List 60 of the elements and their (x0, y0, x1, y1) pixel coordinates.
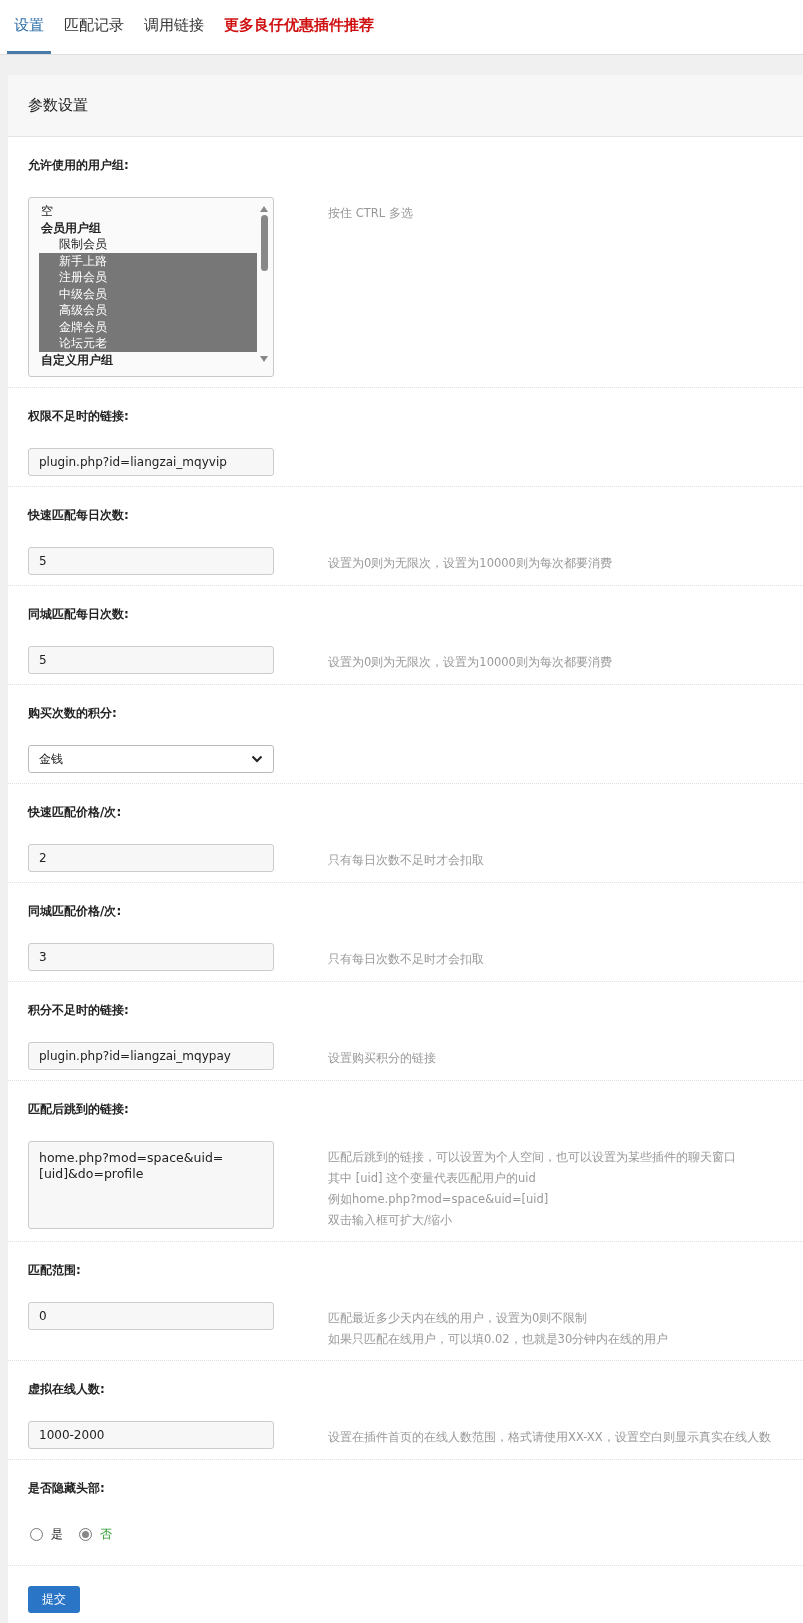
hint-text: 设置为0则为无限次，设置为10000则为每次都要消费 (328, 555, 612, 572)
field-label: 允许使用的用户组: (28, 157, 130, 174)
radio-option[interactable]: 是 (30, 1526, 63, 1543)
radio-button[interactable] (79, 1528, 92, 1541)
list-option[interactable]: 新手上路 (39, 252, 257, 269)
hint-text: 按住 CTRL 多选 (328, 205, 413, 222)
hint-text: 匹配最近多少天内在线的用户，设置为0则不限制 (328, 1310, 589, 1327)
list-option[interactable]: 会员用户组 (39, 219, 257, 236)
field-label: 同城匹配每日次数: (28, 606, 130, 623)
field-label: 快速匹配价格/次: (28, 804, 123, 821)
field-label: 匹配范围: (28, 1262, 82, 1279)
chevron-down-icon (251, 755, 263, 763)
promo-link[interactable]: 更多良仔优惠插件推荐 (217, 0, 381, 54)
hint-text: 例如home.php?mod=space&uid=[uid] (328, 1191, 550, 1208)
field-label: 是否隐藏头部: (28, 1480, 106, 1497)
field-label: 积分不足时的链接: (28, 1002, 130, 1019)
scroll-up-arrow-icon[interactable] (259, 205, 269, 213)
tab[interactable]: 匹配记录 (57, 0, 131, 54)
text-field[interactable]: 3 (28, 943, 274, 971)
radio-button[interactable] (30, 1528, 43, 1541)
hint-text: 如果只匹配在线用户，可以填0.02，也就是30分钟内在线的用户 (328, 1331, 669, 1348)
list-option[interactable]: 高级会员 (39, 302, 257, 319)
list-option[interactable]: 注册会员 (39, 269, 257, 286)
list-option[interactable]: 空 (39, 203, 257, 220)
user-group-listbox[interactable]: 空 会员用户组 限制会员 新手上路 注册会员 中级会员 高级会员 金牌会员 论坛元老 自定义用户组 (28, 197, 274, 377)
text-field[interactable]: 5 (28, 547, 274, 575)
list-option[interactable]: 限制会员 (39, 236, 257, 253)
field-label: 虚拟在线人数: (28, 1381, 106, 1398)
field-label: 匹配后跳到的链接: (28, 1101, 130, 1118)
hint-text: 其中 [uid] 这个变量代表匹配用户的uid (328, 1170, 537, 1187)
hint-text: 设置购买积分的链接 (328, 1050, 436, 1067)
hint-text: 只有每日次数不足时才会扣取 (328, 951, 484, 968)
field-label: 同城匹配价格/次: (28, 903, 123, 920)
hint-text: 匹配后跳到的链接，可以设置为个人空间，也可以设置为某些插件的聊天窗口 (328, 1149, 736, 1166)
submit-button[interactable]: 提交 (28, 1586, 80, 1613)
textarea-field[interactable]: home.php?mod=space&uid=[uid]&do=profile (28, 1141, 274, 1229)
tab[interactable]: 调用链接 (137, 0, 211, 54)
hint-text: 双击输入框可扩大/缩小 (328, 1212, 453, 1229)
scrollbar-thumb[interactable] (260, 215, 268, 271)
text-field[interactable]: plugin.php?id=liangzai_mqyvip (28, 448, 274, 476)
radio-option[interactable]: 否 (79, 1526, 112, 1543)
field-label: 快速匹配每日次数: (28, 507, 130, 524)
panel-title: 参数设置 (28, 96, 88, 115)
text-field[interactable]: 2 (28, 844, 274, 872)
field-label: 购买次数的积分: (28, 705, 118, 722)
hint-text: 设置为0则为无限次，设置为10000则为每次都要消费 (328, 654, 612, 671)
scroll-down-arrow-icon[interactable] (259, 355, 269, 363)
radio-label: 否 (100, 1526, 112, 1543)
field-label: 权限不足时的链接: (28, 408, 130, 425)
text-field[interactable]: 0 (28, 1302, 274, 1330)
tab[interactable]: 设置 (7, 0, 51, 54)
text-field[interactable]: 5 (28, 646, 274, 674)
hint-text: 只有每日次数不足时才会扣取 (328, 852, 484, 869)
list-option[interactable]: 自定义用户组 (39, 351, 257, 368)
select-dropdown[interactable]: 金钱 (28, 745, 274, 773)
radio-label: 是 (51, 1526, 63, 1543)
text-field[interactable]: 1000-2000 (28, 1421, 274, 1449)
hint-text: 设置在插件首页的在线人数范围，格式请使用XX-XX，设置空白则显示真实在线人数 (328, 1429, 771, 1446)
text-field[interactable]: plugin.php?id=liangzai_mqypay (28, 1042, 274, 1070)
list-option[interactable]: 论坛元老 (39, 335, 257, 352)
